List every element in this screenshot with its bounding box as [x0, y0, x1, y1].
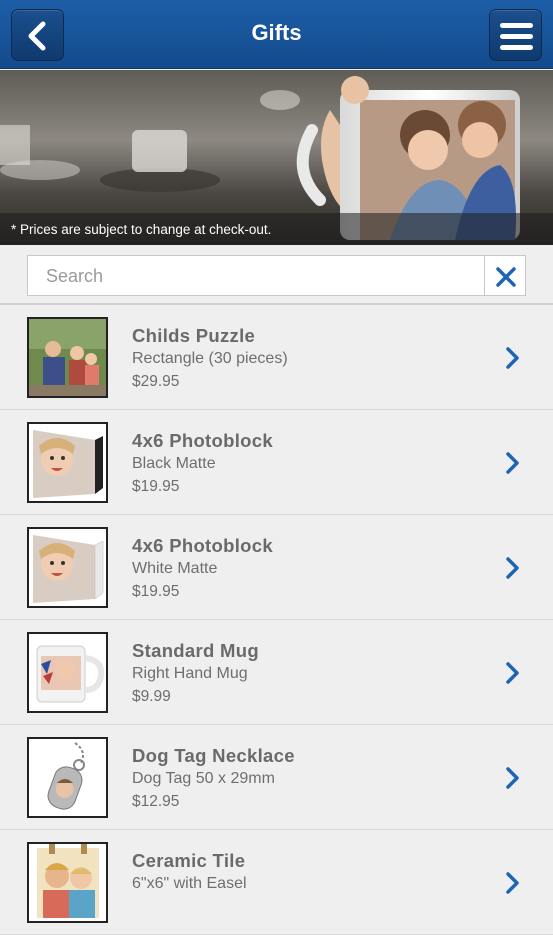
chevron-right-icon [506, 347, 519, 369]
product-name: Dog Tag Necklace [132, 745, 295, 766]
product-name: Ceramic Tile [132, 850, 246, 871]
product-option: Dog Tag 50 x 29mm [132, 770, 275, 787]
list-item[interactable]: Dog Tag Necklace Dog Tag 50 x 29mm $12.9… [0, 725, 553, 830]
hamburger-menu-icon [500, 23, 533, 50]
photoblock-black-image [29, 424, 106, 501]
chevron-right-icon [506, 872, 519, 894]
chevron-right-icon [506, 557, 519, 579]
promo-banner: * Prices are subject to change at check-… [0, 70, 553, 245]
clear-search-button[interactable] [484, 255, 526, 296]
product-price: $9.99 [132, 688, 171, 705]
product-thumbnail [27, 842, 108, 923]
list-item[interactable]: Childs Puzzle Rectangle (30 pieces) $29.… [0, 305, 553, 410]
product-list: Childs Puzzle Rectangle (30 pieces) $29.… [0, 305, 553, 935]
list-item[interactable]: 4x6 Photoblock Black Matte $19.95 [0, 410, 553, 515]
chevron-right-icon [506, 452, 519, 474]
list-item[interactable]: Ceramic Tile 6"x6" with Easel [0, 830, 553, 935]
product-option: Right Hand Mug [132, 665, 248, 682]
chevron-right-icon [506, 767, 519, 789]
search-input[interactable]: Search [27, 255, 485, 296]
product-option: Black Matte [132, 455, 216, 472]
ceramic-tile-image [29, 844, 106, 921]
product-thumbnail [27, 317, 108, 398]
product-price: $12.95 [132, 793, 180, 810]
chevron-right-icon [506, 662, 519, 684]
product-option: 6"x6" with Easel [132, 875, 247, 892]
product-thumbnail [27, 737, 108, 818]
product-name: 4x6 Photoblock [132, 430, 273, 451]
product-thumbnail [27, 422, 108, 503]
puzzle-photo-image [29, 319, 106, 396]
product-name: Standard Mug [132, 640, 259, 661]
product-thumbnail [27, 632, 108, 713]
top-bar: Gifts [0, 0, 553, 69]
product-name: Childs Puzzle [132, 325, 256, 346]
product-price: $19.95 [132, 583, 180, 600]
price-notice: * Prices are subject to change at check-… [0, 213, 553, 245]
product-thumbnail [27, 527, 108, 608]
menu-button[interactable] [489, 9, 542, 61]
product-name: 4x6 Photoblock [132, 535, 273, 556]
product-option: Rectangle (30 pieces) [132, 350, 288, 367]
photoblock-white-image [29, 529, 106, 606]
list-item[interactable]: Standard Mug Right Hand Mug $9.99 [0, 620, 553, 725]
product-price: $29.95 [132, 373, 180, 390]
product-option: White Matte [132, 560, 218, 577]
search-bar: Search [0, 245, 553, 305]
product-price: $19.95 [132, 478, 180, 495]
dog-tag-image [29, 739, 106, 816]
list-item[interactable]: 4x6 Photoblock White Matte $19.95 [0, 515, 553, 620]
mug-image [29, 634, 106, 711]
close-icon [496, 267, 516, 287]
page-title: Gifts [251, 20, 302, 45]
